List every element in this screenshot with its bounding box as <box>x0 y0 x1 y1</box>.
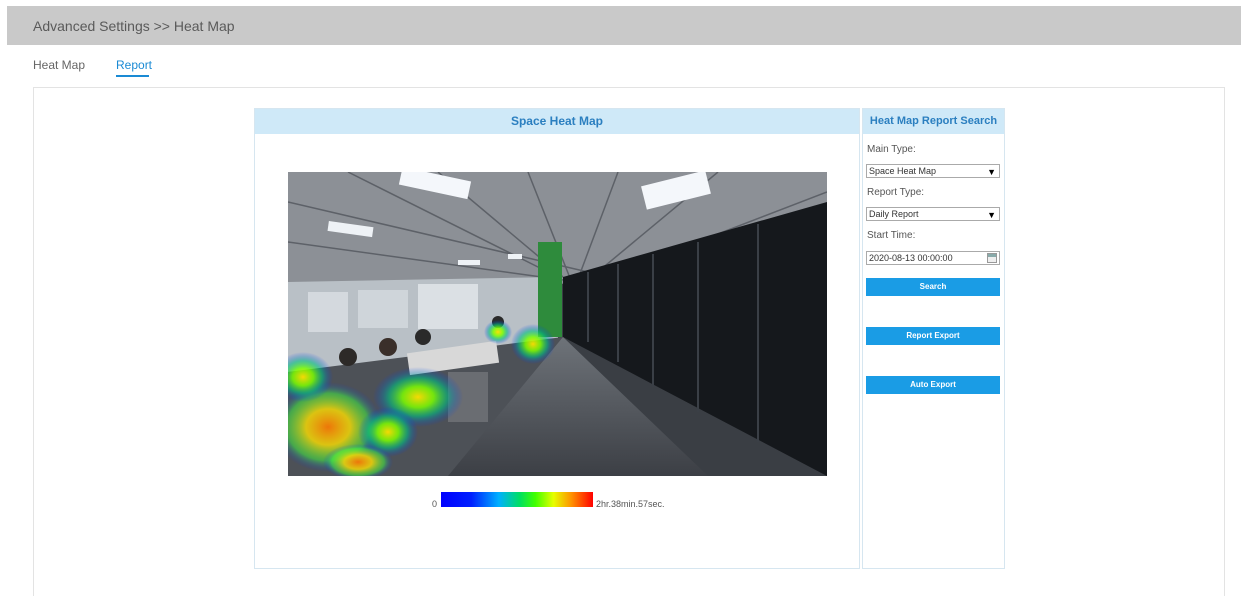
main-type-value: Space Heat Map <box>869 166 937 176</box>
main-type-label: Main Type: <box>867 144 916 155</box>
report-export-button[interactable]: Report Export <box>866 327 1000 345</box>
report-type-label: Report Type: <box>867 187 925 198</box>
heatmap-camera-image <box>288 172 827 476</box>
panel-title: Heat Map Report Search <box>863 109 1004 134</box>
tab-report[interactable]: Report <box>116 58 152 72</box>
tab-heat-map[interactable]: Heat Map <box>33 58 85 72</box>
page-header: Advanced Settings >> Heat Map <box>7 6 1241 45</box>
calendar-icon[interactable] <box>987 253 997 263</box>
chevron-down-icon: ▼ <box>987 167 996 177</box>
panel-title: Space Heat Map <box>255 109 859 134</box>
report-type-select[interactable]: Daily Report ▼ <box>866 207 1000 221</box>
breadcrumb: Advanced Settings >> Heat Map <box>33 18 235 34</box>
office-scene-picture <box>288 172 827 476</box>
active-tab-indicator <box>116 75 149 77</box>
space-heat-map-panel: Space Heat Map 0 2hr.38min.57sec. <box>254 108 860 569</box>
chevron-down-icon: ▼ <box>987 210 996 220</box>
report-type-value: Daily Report <box>869 209 919 219</box>
auto-export-button[interactable]: Auto Export <box>866 376 1000 394</box>
search-button[interactable]: Search <box>866 278 1000 296</box>
start-time-label: Start Time: <box>867 230 916 241</box>
legend-min-label: 0 <box>432 499 438 509</box>
report-search-panel: Heat Map Report Search Main Type: Space … <box>862 108 1005 569</box>
start-time-input[interactable]: 2020-08-13 00:00:00 <box>866 251 1000 265</box>
legend-color-bar <box>441 492 593 507</box>
main-type-select[interactable]: Space Heat Map ▼ <box>866 164 1000 178</box>
legend-max-label: 2hr.38min.57sec. <box>596 499 665 509</box>
heat-legend: 0 2hr.38min.57sec. <box>255 491 859 509</box>
start-time-value: 2020-08-13 00:00:00 <box>869 253 953 263</box>
